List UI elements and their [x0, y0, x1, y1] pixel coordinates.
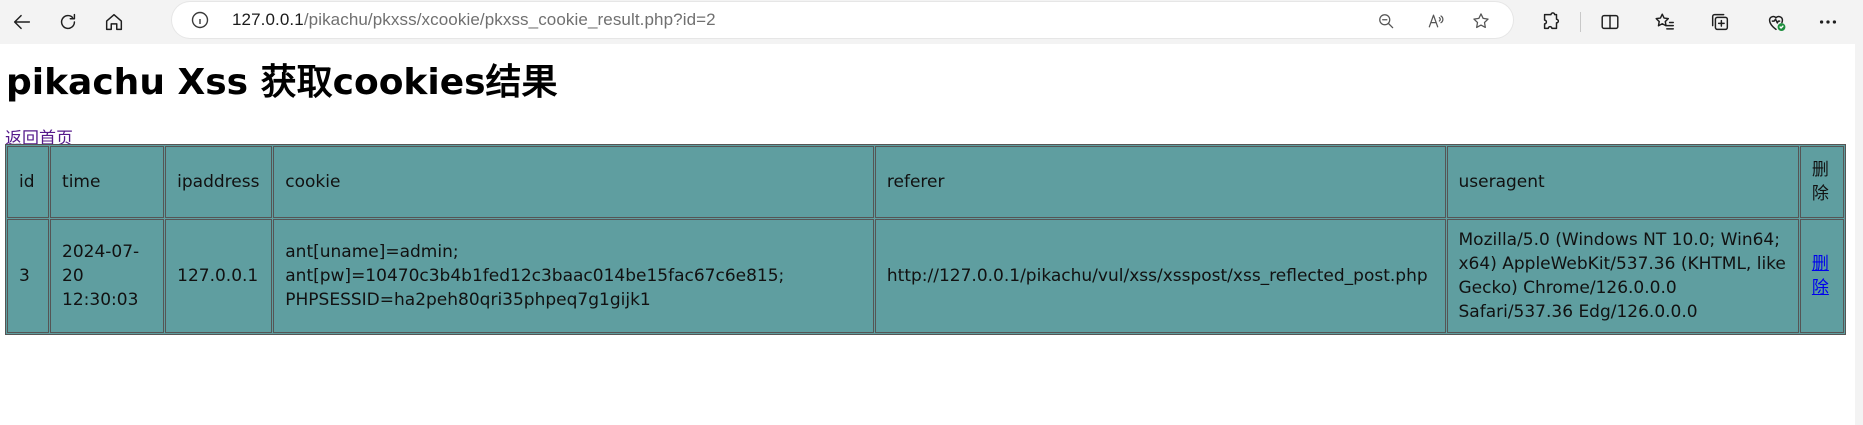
- split-screen-icon: [1601, 14, 1619, 30]
- refresh-icon: [60, 13, 76, 30]
- collections-button[interactable]: [1700, 2, 1740, 42]
- url-text[interactable]: 127.0.0.1/pikachu/pkxss/xcookie/pkxss_co…: [232, 10, 716, 30]
- cell-cookie: ant[uname]=admin; ant[pw]=10470c3b4b1fed…: [273, 219, 874, 333]
- header-delete: 删除: [1799, 146, 1844, 218]
- split-screen-button[interactable]: [1590, 2, 1630, 42]
- header-id: id: [7, 146, 50, 218]
- header-time: time: [50, 146, 165, 218]
- home-icon: [105, 13, 123, 31]
- extensions-button[interactable]: [1531, 2, 1571, 42]
- favorites-button[interactable]: [1645, 2, 1685, 42]
- page-content: pikachu Xss 获取cookies结果 返回首页 id time ipa…: [0, 44, 1855, 425]
- home-button[interactable]: [94, 2, 134, 42]
- header-referer: referer: [874, 146, 1446, 218]
- browser-essentials-button[interactable]: [1756, 2, 1796, 42]
- site-info-button[interactable]: [190, 10, 210, 30]
- header-ipaddress: ipaddress: [165, 146, 273, 218]
- read-aloud-button[interactable]: [1423, 8, 1449, 34]
- cookie-result-table: id time ipaddress cookie referer userage…: [5, 144, 1846, 335]
- browser-essentials-icon: [1768, 15, 1786, 31]
- cell-referer: http://127.0.0.1/pikachu/vul/xss/xsspost…: [874, 219, 1446, 333]
- extensions-icon: [1543, 12, 1560, 30]
- settings-more-button[interactable]: [1808, 2, 1848, 42]
- cell-delete: 删除: [1799, 219, 1844, 333]
- url-path: /pikachu/pkxss/xcookie/pkxss_cookie_resu…: [303, 10, 716, 29]
- url-host: 127.0.0.1: [232, 10, 304, 29]
- zoom-out-icon: [1379, 14, 1394, 29]
- back-button[interactable]: [2, 2, 42, 42]
- table-header-row: id time ipaddress cookie referer userage…: [7, 146, 1844, 218]
- delete-link[interactable]: 删除: [1812, 254, 1829, 298]
- header-cookie: cookie: [273, 146, 874, 218]
- info-icon: [191, 11, 209, 29]
- address-bar[interactable]: 127.0.0.1/pikachu/pkxss/xcookie/pkxss_co…: [172, 2, 1513, 38]
- back-icon: [13, 14, 31, 30]
- read-aloud-icon: [1428, 14, 1444, 28]
- refresh-button[interactable]: [48, 2, 88, 42]
- collections-icon: [1711, 13, 1729, 31]
- cell-useragent: Mozilla/5.0 (Windows NT 10.0; Win64; x64…: [1446, 219, 1799, 333]
- header-useragent: useragent: [1446, 146, 1799, 218]
- table-row: 3 2024-07-20 12:30:03 127.0.0.1 ant[unam…: [7, 219, 1844, 333]
- add-favorite-button[interactable]: [1468, 8, 1494, 34]
- zoom-out-button[interactable]: [1373, 8, 1399, 34]
- cell-id: 3: [7, 219, 50, 333]
- page-title: pikachu Xss 获取cookies结果: [6, 62, 558, 103]
- favorite-star-icon: [1473, 13, 1489, 29]
- toolbar-divider: [1580, 12, 1581, 32]
- browser-toolbar: 127.0.0.1/pikachu/pkxss/xcookie/pkxss_co…: [0, 0, 1863, 44]
- favorites-icon: [1655, 13, 1674, 30]
- cell-time: 2024-07-20 12:30:03: [50, 219, 165, 333]
- cell-ipaddress: 127.0.0.1: [165, 219, 273, 333]
- page-scrollbar[interactable]: [1855, 44, 1863, 425]
- more-icon: [1819, 20, 1837, 24]
